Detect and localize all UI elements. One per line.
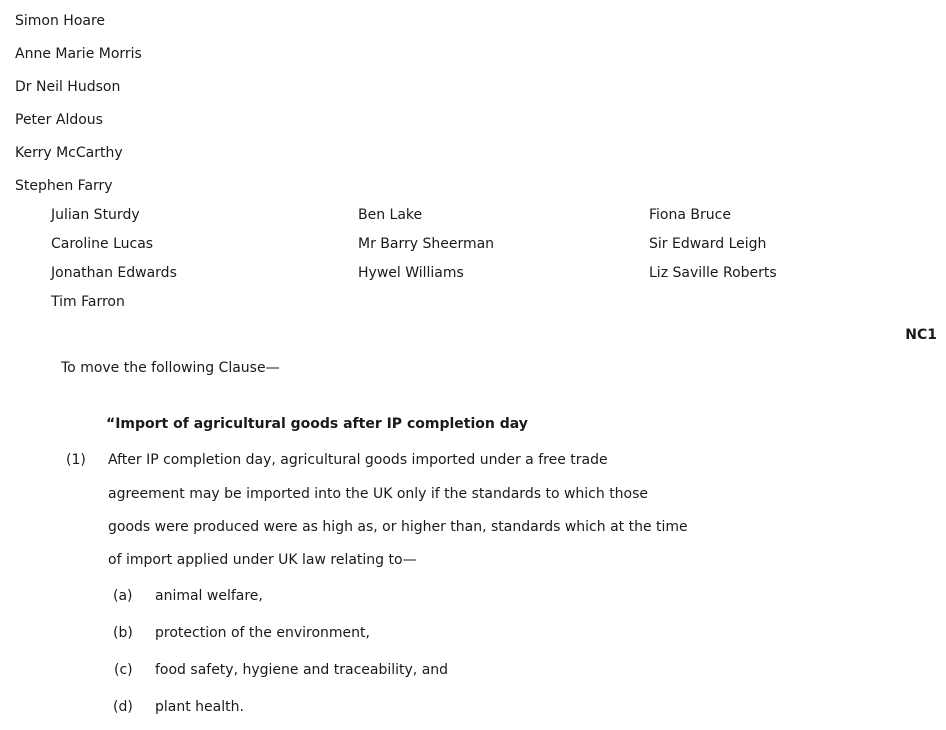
supporter-name: Fiona Bruce bbox=[649, 207, 731, 223]
amendment-intro: To move the following Clause— bbox=[61, 360, 280, 376]
paragraph-text: protection of the environment, bbox=[155, 625, 370, 641]
sponsor-name: Peter Aldous bbox=[15, 112, 103, 128]
clause-title: “Import of agricultural goods after IP c… bbox=[106, 416, 528, 432]
subsection-line: of import applied under UK law relating … bbox=[108, 552, 417, 568]
paragraph-text: plant health. bbox=[155, 699, 244, 715]
paragraph-text: food safety, hygiene and traceability, a… bbox=[155, 662, 449, 678]
paragraph-label: (a) bbox=[113, 588, 133, 604]
paragraph-text: animal welfare, bbox=[155, 588, 263, 604]
supporter-name: Jonathan Edwards bbox=[51, 265, 177, 281]
supporter-name: Liz Saville Roberts bbox=[649, 265, 777, 281]
supporter-name: Caroline Lucas bbox=[51, 236, 154, 252]
supporter-name: Hywel Williams bbox=[358, 265, 464, 281]
sponsor-name: Stephen Farry bbox=[15, 178, 113, 194]
supporter-name: Mr Barry Sheerman bbox=[358, 236, 495, 252]
subsection-line: goods were produced were as high as, or … bbox=[108, 519, 688, 535]
supporter-name: Tim Farron bbox=[51, 294, 125, 310]
subsection-number: (1) bbox=[66, 452, 86, 468]
paragraph-label: (d) bbox=[113, 699, 133, 715]
supporter-name: Julian Sturdy bbox=[51, 207, 140, 223]
subsection-line: After IP completion day, agricultural go… bbox=[108, 452, 608, 468]
amendment-number: NC1 bbox=[905, 327, 937, 343]
sponsor-name: Dr Neil Hudson bbox=[15, 79, 121, 95]
supporter-name: Sir Edward Leigh bbox=[649, 236, 767, 252]
paragraph-label: (c) bbox=[114, 662, 133, 678]
supporter-name: Ben Lake bbox=[358, 207, 423, 223]
subsection-line: agreement may be imported into the UK on… bbox=[108, 486, 649, 502]
sponsor-name: Anne Marie Morris bbox=[15, 46, 142, 62]
sponsor-name: Simon Hoare bbox=[15, 13, 106, 29]
sponsor-name: Kerry McCarthy bbox=[15, 145, 123, 161]
paragraph-label: (b) bbox=[113, 625, 133, 641]
